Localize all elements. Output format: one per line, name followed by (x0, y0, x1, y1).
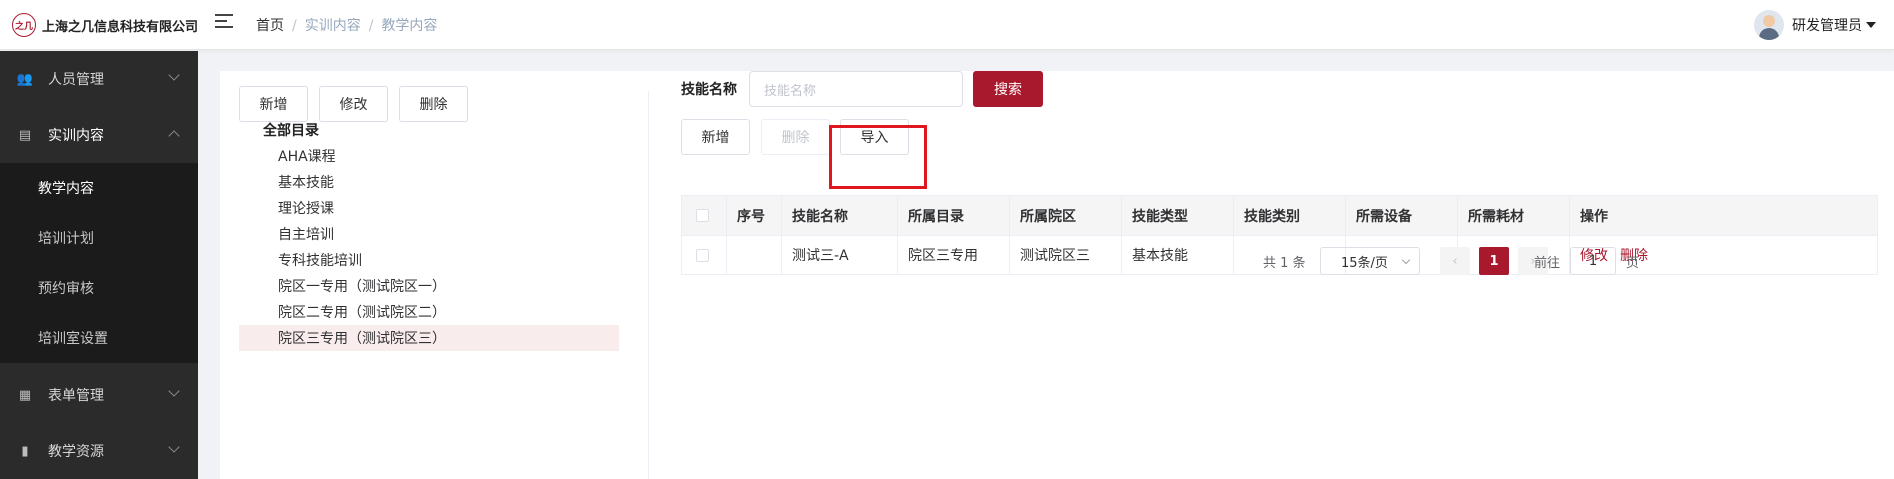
cell-skill-type: 基本技能 (1122, 236, 1234, 274)
skill-name-search-input[interactable]: 技能名称 (749, 71, 963, 107)
cell-catalog: 院区三专用 (898, 236, 1010, 274)
book-icon: ▤ (18, 127, 32, 143)
total-count: 共 1 条 (1263, 255, 1306, 271)
skill-add-button[interactable]: 新增 (681, 119, 750, 155)
tree-node[interactable]: AHA课程 (239, 143, 619, 169)
skill-delete-button[interactable]: 删除 (761, 119, 830, 155)
tree-node[interactable]: 专科技能培训 (239, 247, 619, 273)
sidebar-item-label: 表单管理 (48, 388, 104, 404)
sidebar-subitem-room-settings[interactable]: 培训室设置 (0, 313, 198, 363)
goto-page-input[interactable]: 1 (1570, 247, 1616, 275)
column-header: 操作 (1580, 208, 1608, 225)
sidebar-item-label: 人员管理 (48, 72, 104, 88)
select-all-checkbox[interactable] (682, 196, 727, 235)
page-suffix: 页 (1626, 255, 1640, 271)
company-name: 上海之几信息科技有限公司 (42, 19, 199, 35)
catalog-tree: 全部目录 AHA课程 基本技能 理论授课 自主培训 专科技能培训 院区一专用（测… (239, 117, 619, 351)
cell-index (727, 236, 782, 274)
tree-root[interactable]: 全部目录 (239, 117, 619, 143)
sidebar-item-training-content[interactable]: ▤ 实训内容 (0, 107, 198, 163)
tree-node-selected[interactable]: 院区三专用（测试院区三） (239, 325, 619, 351)
sidebar: 👥 人员管理 ▤ 实训内容 教学内容 培训计划 预约审核 培训室设置 ▦ 表单管… (0, 51, 198, 479)
tree-node[interactable]: 自主培训 (239, 221, 619, 247)
sidebar-subitem-booking-review[interactable]: 预约审核 (0, 263, 198, 313)
tree-node[interactable]: 基本技能 (239, 169, 619, 195)
breadcrumb-home[interactable]: 首页 (256, 18, 284, 34)
tree-node[interactable]: 院区一专用（测试院区一） (239, 273, 619, 299)
column-header: 技能类别 (1234, 196, 1346, 235)
users-icon: 👥 (16, 71, 34, 87)
sidebar-item-label: 教学资源 (48, 444, 104, 460)
sidebar-item-label: 实训内容 (48, 128, 104, 144)
cell-skill-name: 测试三-A (782, 236, 898, 274)
chevron-down-icon (168, 385, 180, 397)
tree-node[interactable]: 院区二专用（测试院区二） (239, 299, 619, 325)
user-menu[interactable]: 研发管理员 (1754, 10, 1876, 40)
sidebar-item-personnel[interactable]: 👥 人员管理 (0, 51, 198, 107)
tree-node[interactable]: 理论授课 (239, 195, 619, 221)
column-header: 技能类型 (1122, 196, 1234, 235)
user-name[interactable]: 研发管理员 (1792, 15, 1862, 35)
panel-divider (648, 91, 649, 479)
column-header: 序号 (727, 196, 782, 235)
row-checkbox[interactable] (682, 236, 727, 274)
chevron-up-icon (168, 130, 180, 142)
sidebar-item-form-management[interactable]: ▦ 表单管理 (0, 367, 198, 423)
sidebar-subitem-teaching-content[interactable]: 教学内容 (0, 163, 198, 213)
company-logo[interactable]: 之几 上海之几信息科技有限公司 (12, 13, 198, 37)
sidebar-subitem-training-plan[interactable]: 培训计划 (0, 213, 198, 263)
chevron-down-icon (168, 69, 180, 81)
page-number-current[interactable]: 1 (1479, 247, 1509, 275)
form-icon: ▦ (18, 387, 32, 403)
sidebar-item-teaching-resources[interactable]: ▮ 教学资源 (0, 423, 198, 479)
column-header: 技能名称 (782, 196, 898, 235)
table-header-row: 序号 技能名称 所属目录 所属院区 技能类型 技能类别 所需设备 所需耗材 操作 (682, 196, 1877, 236)
avatar[interactable] (1754, 10, 1784, 40)
caret-down-icon[interactable] (1866, 22, 1876, 28)
sidebar-submenu: 教学内容 培训计划 预约审核 培训室设置 (0, 163, 198, 363)
column-header: 所需耗材 (1458, 196, 1570, 235)
menu-toggle-icon[interactable] (215, 14, 233, 32)
chevron-down-icon (168, 441, 180, 453)
column-header: 所需设备 (1346, 196, 1458, 235)
cell-campus: 测试院区三 (1010, 236, 1122, 274)
column-header: 所属目录 (898, 196, 1010, 235)
search-label: 技能名称 (681, 82, 737, 98)
content-card: 新增 修改 删除 全部目录 AHA课程 基本技能 理论授课 自主培训 专科技能培… (220, 71, 1894, 479)
breadcrumb-current: 教学内容 (381, 18, 438, 34)
resource-icon: ▮ (21, 443, 29, 459)
goto-label: 前往 (1534, 255, 1561, 271)
breadcrumb-training[interactable]: 实训内容 (305, 18, 361, 34)
column-header: 所属院区 (1010, 196, 1122, 235)
top-header: 之几 上海之几信息科技有限公司 首页 / 实训内容 / 教学内容 研发管理员 (0, 0, 1894, 50)
prev-page-button[interactable]: ‹ (1440, 247, 1470, 275)
page-size-select[interactable]: 15条/页 (1320, 247, 1420, 275)
breadcrumb: 首页 / 实训内容 / 教学内容 (256, 18, 438, 34)
search-button[interactable]: 搜索 (973, 71, 1043, 107)
import-highlight-box (829, 125, 927, 189)
logo-mark-icon: 之几 (12, 13, 36, 37)
